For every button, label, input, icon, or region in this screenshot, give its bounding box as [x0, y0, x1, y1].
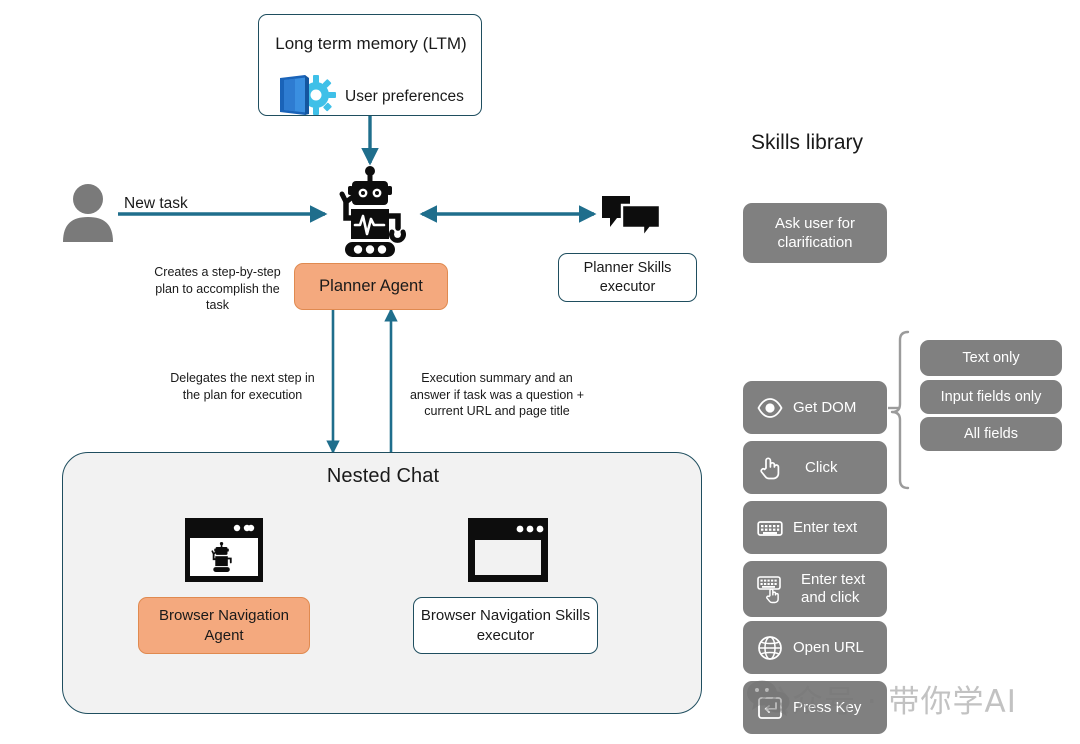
user-avatar-icon: [60, 182, 116, 244]
skill-get-dom[interactable]: Get DOM: [743, 381, 887, 434]
skill-open-url-label: Open URL: [793, 638, 864, 656]
get-dom-option-all-fields-label: All fields: [964, 426, 1018, 442]
get-dom-option-input-fields-only-label: Input fields only: [940, 389, 1042, 405]
skill-open-url[interactable]: Open URL: [743, 621, 887, 674]
skill-enter-text[interactable]: Enter text: [743, 501, 887, 554]
chat-bubbles-icon: [600, 194, 662, 244]
pointing-hand-icon: [757, 455, 783, 481]
browser-navigation-skills-executor-box[interactable]: Browser Navigation Skills executor: [413, 597, 598, 654]
browser-navigation-agent-label: Browser Navigation Agent: [158, 607, 290, 644]
edge-label-execution-summary: Execution summary and an answer if task …: [409, 371, 585, 418]
get-dom-option-text-only[interactable]: Text only: [920, 340, 1062, 376]
browser-navigation-skills-executor-label: Browser Navigation Skills executor: [420, 607, 591, 644]
book-gear-icon: [275, 73, 341, 117]
keyboard-hand-icon: [757, 574, 787, 604]
edge-label-new-task: New task: [124, 195, 188, 212]
skill-enter-text-and-click[interactable]: Enter text and click: [743, 561, 887, 617]
planner-agent-note: Creates a step-by-step plan to accomplis…: [154, 265, 281, 312]
planner-skills-executor-box[interactable]: Planner Skills executor: [558, 253, 697, 302]
globe-icon: [757, 635, 783, 661]
nested-chat-title: Nested Chat: [326, 464, 440, 487]
skill-enter-text-and-click-label: Enter text and click: [801, 571, 866, 606]
keyboard-icon: [757, 515, 783, 541]
skill-enter-text-label: Enter text: [793, 518, 858, 536]
eye-icon: [757, 395, 783, 421]
skills-library-title: Skills library: [751, 131, 864, 154]
robot-icon: [332, 166, 408, 260]
browser-window-icon: [468, 518, 548, 582]
skill-ask-user-for-clarification[interactable]: Ask user for clarification: [743, 203, 887, 263]
edge-label-delegate: Delegates the next step in the plan for …: [170, 371, 315, 402]
watermark-text: 公众号 · 带你学AI: [760, 684, 1017, 720]
get-dom-option-all-fields[interactable]: All fields: [920, 417, 1062, 451]
ltm-box: Long term memory (LTM) User preferences: [258, 14, 482, 116]
ltm-title: Long term memory (LTM): [275, 34, 467, 53]
planner-skills-executor-label: Planner Skills executor: [583, 260, 672, 295]
nested-chat-panel: Nested Chat: [62, 452, 702, 714]
ltm-item-label: User preferences: [345, 88, 464, 105]
get-dom-option-input-fields-only[interactable]: Input fields only: [920, 380, 1062, 414]
skill-click-label: Click: [805, 458, 838, 476]
skill-click[interactable]: Click: [743, 441, 887, 494]
skill-get-dom-label: Get DOM: [793, 398, 857, 416]
planner-agent-box[interactable]: Planner Agent: [294, 263, 448, 310]
get-dom-option-text-only-label: Text only: [962, 350, 1020, 366]
skill-ask-user-label: Ask user for clarification: [774, 214, 856, 252]
browser-navigation-agent-box[interactable]: Browser Navigation Agent: [138, 597, 310, 654]
get-dom-options-bracket: [890, 330, 910, 490]
planner-agent-label: Planner Agent: [319, 277, 423, 296]
browser-window-robot-icon: [185, 518, 263, 582]
